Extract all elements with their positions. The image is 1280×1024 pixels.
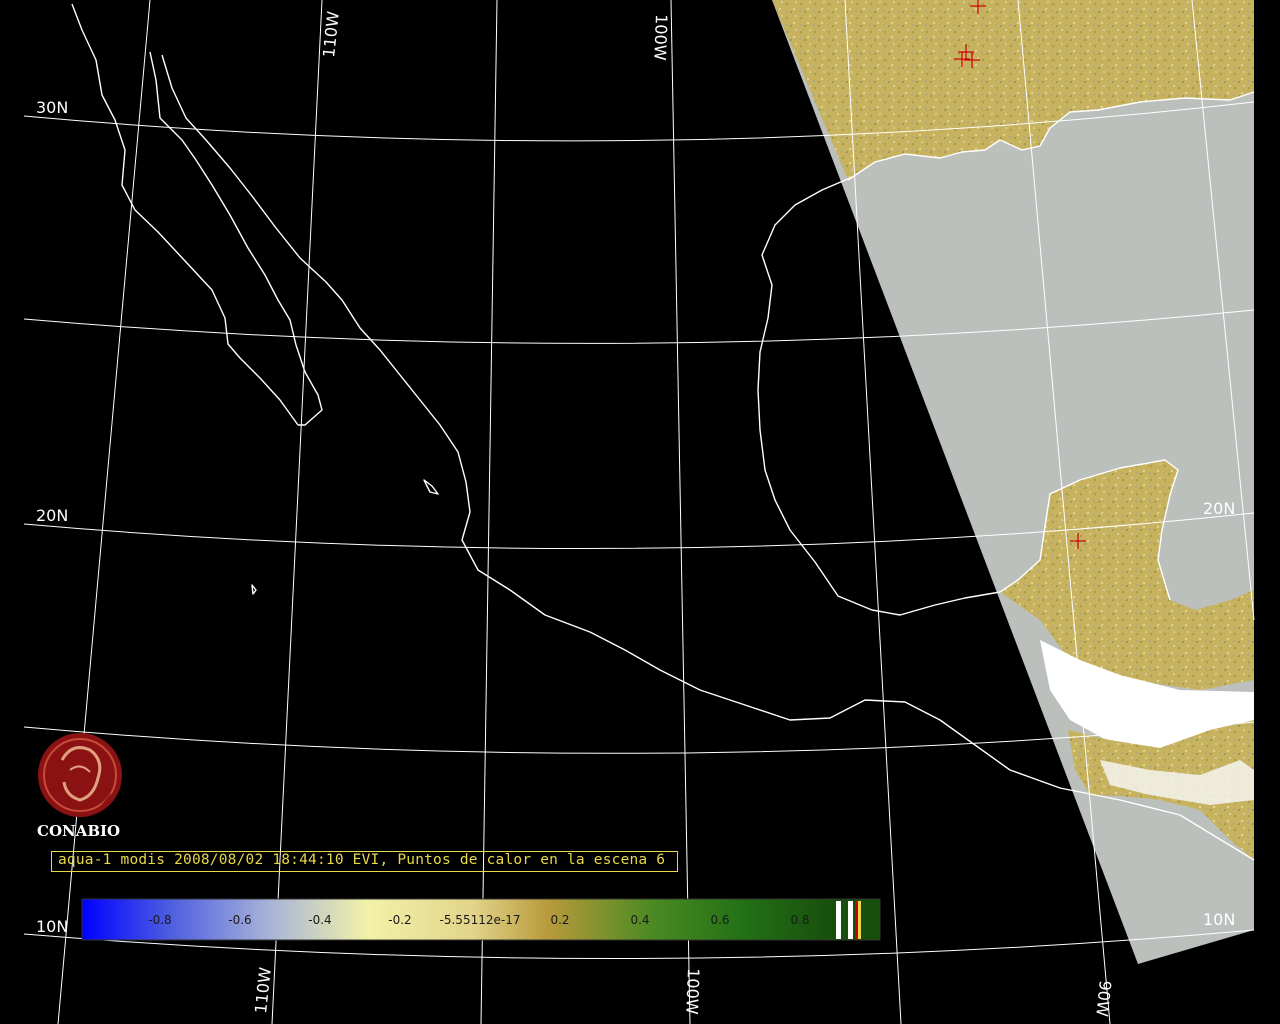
colorbar-tick-label: -0.8 [148,913,171,927]
label-lon-100w-bottom: 100W [682,968,703,1015]
label-lon-110w-bottom: 110W [251,966,275,1014]
baja-gulf-coast [149,51,323,426]
colorbar-tick-label: 0.8 [790,913,809,927]
label-lat-10n-right: 10N [1203,910,1235,929]
colorbar-swatch-white2 [848,901,853,939]
conabio-seal-icon [38,733,122,817]
colorbar-tick-label: 0.2 [550,913,569,927]
colorbar-tick-label: 0.6 [710,913,729,927]
colorbar-swatch-red [855,901,858,939]
colorbar-swatch-white [836,901,841,939]
label-lat-20n-right: 20N [1203,499,1235,518]
island-small [251,584,257,595]
label-lon-90w-bottom: 90W [1092,980,1115,1018]
colorbar: -0.8 -0.6 -0.4 -0.2 -5.55112e-17 0.2 0.4 0.6 0.8 [81,898,881,941]
colorbar-tick-label: -5.55112e-17 [440,913,521,927]
label-lon-100w-top: 100W [650,14,671,61]
baja-pacific-coast [71,3,299,426]
colorbar-tick-label: -0.2 [388,913,411,927]
label-lon-110w-top: 110W [319,10,343,58]
colorbar-swatch-yellow [858,901,861,939]
label-lat-10n-left: 10N [36,917,68,936]
label-lat-30n: 30N [36,98,68,117]
conabio-logo-text: CONABIO [37,822,121,840]
scene-caption: aqua-1 modis 2008/08/02 18:44:10 EVI, Pu… [58,852,666,868]
colorbar-tick-label: -0.4 [308,913,331,927]
island-revillagigedo [423,479,439,495]
colorbar-tick-label: -0.6 [228,913,251,927]
colorbar-tick-label: 0.4 [630,913,649,927]
label-lat-20n-left: 20N [36,506,68,525]
